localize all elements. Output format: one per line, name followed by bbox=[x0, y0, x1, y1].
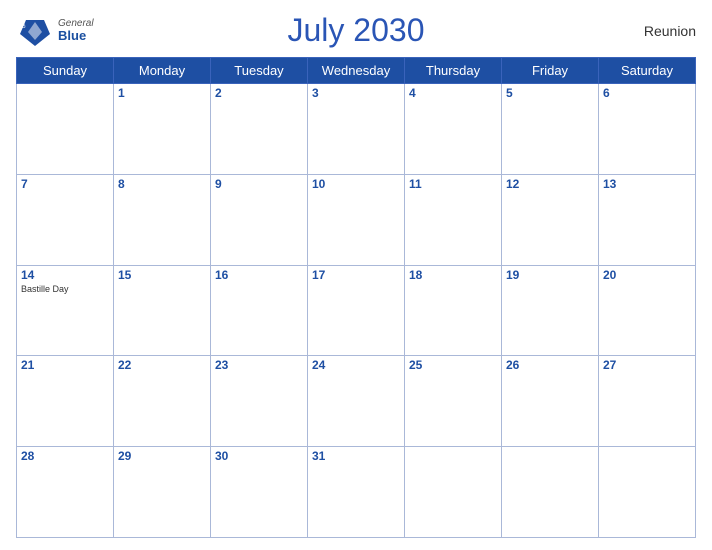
table-row: 23 bbox=[211, 356, 308, 447]
date-number: 14 bbox=[21, 268, 109, 282]
table-row: 30 bbox=[211, 447, 308, 538]
table-row bbox=[17, 84, 114, 175]
svg-text:G: G bbox=[21, 24, 26, 30]
date-number: 31 bbox=[312, 449, 400, 463]
header-sunday: Sunday bbox=[17, 58, 114, 84]
table-row: 26 bbox=[502, 356, 599, 447]
table-row: 20 bbox=[599, 265, 696, 356]
date-number: 5 bbox=[506, 86, 594, 100]
date-number: 18 bbox=[409, 268, 497, 282]
table-row: 27 bbox=[599, 356, 696, 447]
table-row: 13 bbox=[599, 174, 696, 265]
header-wednesday: Wednesday bbox=[308, 58, 405, 84]
date-number: 26 bbox=[506, 358, 594, 372]
calendar-week-row: 21 22 23 24 25 26 27 bbox=[17, 356, 696, 447]
date-number: 27 bbox=[603, 358, 691, 372]
header-friday: Friday bbox=[502, 58, 599, 84]
calendar-table: Sunday Monday Tuesday Wednesday Thursday… bbox=[16, 57, 696, 538]
date-number: 20 bbox=[603, 268, 691, 282]
table-row: 21 bbox=[17, 356, 114, 447]
date-number: 24 bbox=[312, 358, 400, 372]
table-row: 15 bbox=[114, 265, 211, 356]
calendar-page: G General Blue July 2030 Reunion Sunday … bbox=[0, 0, 712, 550]
table-row: 5 bbox=[502, 84, 599, 175]
date-number: 13 bbox=[603, 177, 691, 191]
date-number: 9 bbox=[215, 177, 303, 191]
date-number: 29 bbox=[118, 449, 206, 463]
calendar-title: July 2030 bbox=[288, 12, 425, 49]
table-row: 2 bbox=[211, 84, 308, 175]
table-row: 9 bbox=[211, 174, 308, 265]
date-number: 19 bbox=[506, 268, 594, 282]
header-thursday: Thursday bbox=[405, 58, 502, 84]
generalblue-logo-icon: G bbox=[16, 12, 54, 50]
date-number: 8 bbox=[118, 177, 206, 191]
date-number: 10 bbox=[312, 177, 400, 191]
table-row: 14 Bastille Day bbox=[17, 265, 114, 356]
date-number: 1 bbox=[118, 86, 206, 100]
date-number: 12 bbox=[506, 177, 594, 191]
weekday-header-row: Sunday Monday Tuesday Wednesday Thursday… bbox=[17, 58, 696, 84]
calendar-week-row: 789 10 11 12 13 bbox=[17, 174, 696, 265]
date-number: 22 bbox=[118, 358, 206, 372]
calendar-week-row: 28 29 30 31 bbox=[17, 447, 696, 538]
table-row: 24 bbox=[308, 356, 405, 447]
table-row: 4 bbox=[405, 84, 502, 175]
date-number: 11 bbox=[409, 177, 497, 191]
table-row: 12 bbox=[502, 174, 599, 265]
table-row bbox=[502, 447, 599, 538]
table-row: 11 bbox=[405, 174, 502, 265]
region-label: Reunion bbox=[644, 23, 696, 39]
logo-blue-text: Blue bbox=[58, 29, 94, 43]
table-row: 19 bbox=[502, 265, 599, 356]
table-row: 3 bbox=[308, 84, 405, 175]
date-number: 21 bbox=[21, 358, 109, 372]
header-monday: Monday bbox=[114, 58, 211, 84]
date-number: 6 bbox=[603, 86, 691, 100]
date-number: 25 bbox=[409, 358, 497, 372]
table-row: 7 bbox=[17, 174, 114, 265]
table-row bbox=[405, 447, 502, 538]
table-row: 10 bbox=[308, 174, 405, 265]
date-number: 16 bbox=[215, 268, 303, 282]
calendar-header: G General Blue July 2030 Reunion bbox=[16, 12, 696, 49]
logo: G General Blue bbox=[16, 12, 94, 50]
date-number: 4 bbox=[409, 86, 497, 100]
event-label: Bastille Day bbox=[21, 284, 109, 294]
table-row: 29 bbox=[114, 447, 211, 538]
table-row: 31 bbox=[308, 447, 405, 538]
calendar-week-row: 14 Bastille Day 15 16 17 18 19 20 bbox=[17, 265, 696, 356]
date-number: 2 bbox=[215, 86, 303, 100]
table-row: 17 bbox=[308, 265, 405, 356]
table-row: 16 bbox=[211, 265, 308, 356]
table-row bbox=[599, 447, 696, 538]
date-number: 15 bbox=[118, 268, 206, 282]
table-row: 18 bbox=[405, 265, 502, 356]
date-number: 23 bbox=[215, 358, 303, 372]
table-row: 8 bbox=[114, 174, 211, 265]
header-tuesday: Tuesday bbox=[211, 58, 308, 84]
table-row: 6 bbox=[599, 84, 696, 175]
date-number: 7 bbox=[21, 177, 109, 191]
date-number: 30 bbox=[215, 449, 303, 463]
table-row: 25 bbox=[405, 356, 502, 447]
date-number: 28 bbox=[21, 449, 109, 463]
date-number: 3 bbox=[312, 86, 400, 100]
date-number: 17 bbox=[312, 268, 400, 282]
table-row: 28 bbox=[17, 447, 114, 538]
calendar-week-row: 123456 bbox=[17, 84, 696, 175]
table-row: 1 bbox=[114, 84, 211, 175]
table-row: 22 bbox=[114, 356, 211, 447]
header-saturday: Saturday bbox=[599, 58, 696, 84]
